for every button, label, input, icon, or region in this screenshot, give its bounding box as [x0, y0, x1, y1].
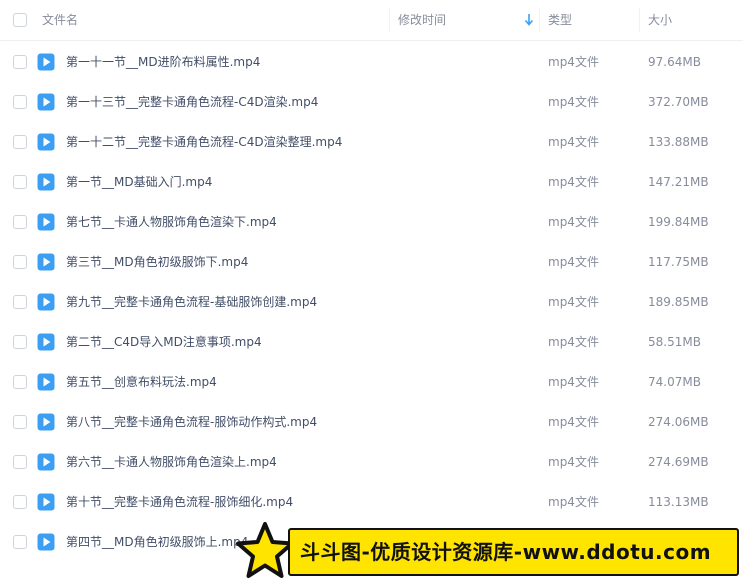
row-checkbox[interactable]: [13, 335, 27, 349]
file-name[interactable]: 第八节__完整卡通角色流程-服饰动作构式.mp4: [66, 402, 317, 442]
file-type: mp4文件: [548, 455, 599, 469]
file-type: mp4文件: [548, 175, 599, 189]
video-file-icon: [37, 293, 55, 311]
video-file-icon: [37, 413, 55, 431]
file-size: 274.06MB: [648, 415, 709, 429]
video-file-icon: [37, 133, 55, 151]
column-header-modified[interactable]: 修改时间: [398, 0, 446, 40]
file-row[interactable]: 第一十一节__MD进阶布料属性.mp4 mp4文件 97.64MB: [0, 42, 743, 82]
row-checkbox[interactable]: [13, 455, 27, 469]
row-checkbox[interactable]: [13, 495, 27, 509]
file-size: 147.21MB: [648, 175, 709, 189]
file-name[interactable]: 第一十二节__完整卡通角色流程-C4D渲染整理.mp4: [66, 122, 342, 162]
star-icon: [236, 522, 294, 578]
file-size: 372.70MB: [648, 95, 709, 109]
file-size: 58.51MB: [648, 335, 701, 349]
column-header-size[interactable]: 大小: [648, 0, 672, 40]
file-size: 189.85MB: [648, 295, 709, 309]
video-file-icon: [37, 373, 55, 391]
file-type: mp4文件: [548, 255, 599, 269]
watermark-banner: 斗斗图-优质设计资源库-www.ddotu.com: [288, 528, 739, 576]
file-row[interactable]: 第一十二节__完整卡通角色流程-C4D渲染整理.mp4 mp4文件 133.88MB: [0, 122, 743, 162]
row-checkbox[interactable]: [13, 295, 27, 309]
file-type: mp4文件: [548, 295, 599, 309]
video-file-icon: [37, 213, 55, 231]
file-row[interactable]: 第一十三节__完整卡通角色流程-C4D渲染.mp4 mp4文件 372.70MB: [0, 82, 743, 122]
file-type: mp4文件: [548, 55, 599, 69]
file-name[interactable]: 第六节__卡通人物服饰角色渲染上.mp4: [66, 442, 277, 482]
row-checkbox[interactable]: [13, 175, 27, 189]
column-header-type[interactable]: 类型: [548, 0, 572, 40]
file-row[interactable]: 第三节__MD角色初级服饰下.mp4 mp4文件 117.75MB: [0, 242, 743, 282]
video-file-icon: [37, 173, 55, 191]
file-name[interactable]: 第九节__完整卡通角色流程-基础服饰创建.mp4: [66, 282, 317, 322]
file-type: mp4文件: [548, 375, 599, 389]
file-size: 117.75MB: [648, 255, 709, 269]
video-file-icon: [37, 493, 55, 511]
file-row[interactable]: 第二节__C4D导入MD注意事项.mp4 mp4文件 58.51MB: [0, 322, 743, 362]
row-checkbox[interactable]: [13, 255, 27, 269]
file-size: 199.84MB: [648, 215, 709, 229]
row-checkbox[interactable]: [13, 375, 27, 389]
file-type: mp4文件: [548, 415, 599, 429]
file-name[interactable]: 第一十一节__MD进阶布料属性.mp4: [66, 42, 260, 82]
file-type: mp4文件: [548, 95, 599, 109]
file-name[interactable]: 第一节__MD基础入门.mp4: [66, 162, 212, 202]
file-row[interactable]: 第九节__完整卡通角色流程-基础服饰创建.mp4 mp4文件 189.85MB: [0, 282, 743, 322]
column-divider[interactable]: [639, 8, 640, 32]
video-file-icon: [37, 253, 55, 271]
file-type: mp4文件: [548, 135, 599, 149]
select-all-checkbox[interactable]: [13, 13, 27, 27]
video-file-icon: [37, 53, 55, 71]
file-row[interactable]: 第十节__完整卡通角色流程-服饰细化.mp4 mp4文件 113.13MB: [0, 482, 743, 522]
row-checkbox[interactable]: [13, 135, 27, 149]
file-list-header: 文件名 修改时间 类型 大小: [0, 0, 743, 41]
file-name[interactable]: 第一十三节__完整卡通角色流程-C4D渲染.mp4: [66, 82, 318, 122]
file-row[interactable]: 第六节__卡通人物服饰角色渲染上.mp4 mp4文件 274.69MB: [0, 442, 743, 482]
row-checkbox[interactable]: [13, 95, 27, 109]
row-checkbox[interactable]: [13, 215, 27, 229]
file-name[interactable]: 第四节__MD角色初级服饰上.mp4: [66, 522, 248, 562]
file-row[interactable]: 第五节__创意布料玩法.mp4 mp4文件 74.07MB: [0, 362, 743, 402]
file-name[interactable]: 第三节__MD角色初级服饰下.mp4: [66, 242, 248, 282]
row-checkbox[interactable]: [13, 55, 27, 69]
column-header-name[interactable]: 文件名: [42, 0, 78, 40]
column-divider[interactable]: [539, 8, 540, 32]
file-size: 113.13MB: [648, 495, 709, 509]
file-size: 74.07MB: [648, 375, 701, 389]
file-row[interactable]: 第八节__完整卡通角色流程-服饰动作构式.mp4 mp4文件 274.06MB: [0, 402, 743, 442]
file-type: mp4文件: [548, 215, 599, 229]
file-size: 274.69MB: [648, 455, 709, 469]
file-name[interactable]: 第五节__创意布料玩法.mp4: [66, 362, 217, 402]
video-file-icon: [37, 93, 55, 111]
row-checkbox[interactable]: [13, 415, 27, 429]
file-row[interactable]: 第七节__卡通人物服饰角色渲染下.mp4 mp4文件 199.84MB: [0, 202, 743, 242]
file-row[interactable]: 第一节__MD基础入门.mp4 mp4文件 147.21MB: [0, 162, 743, 202]
file-name[interactable]: 第十节__完整卡通角色流程-服饰细化.mp4: [66, 482, 293, 522]
watermark-text: 斗斗图-优质设计资源库-www.ddotu.com: [300, 540, 712, 564]
video-file-icon: [37, 533, 55, 551]
file-type: mp4文件: [548, 495, 599, 509]
file-name[interactable]: 第二节__C4D导入MD注意事项.mp4: [66, 322, 262, 362]
row-checkbox[interactable]: [13, 535, 27, 549]
file-size: 133.88MB: [648, 135, 709, 149]
sort-desc-arrow-icon[interactable]: [524, 13, 534, 27]
file-size: 97.64MB: [648, 55, 701, 69]
file-type: mp4文件: [548, 335, 599, 349]
video-file-icon: [37, 333, 55, 351]
column-divider[interactable]: [389, 8, 390, 32]
video-file-icon: [37, 453, 55, 471]
file-name[interactable]: 第七节__卡通人物服饰角色渲染下.mp4: [66, 202, 277, 242]
